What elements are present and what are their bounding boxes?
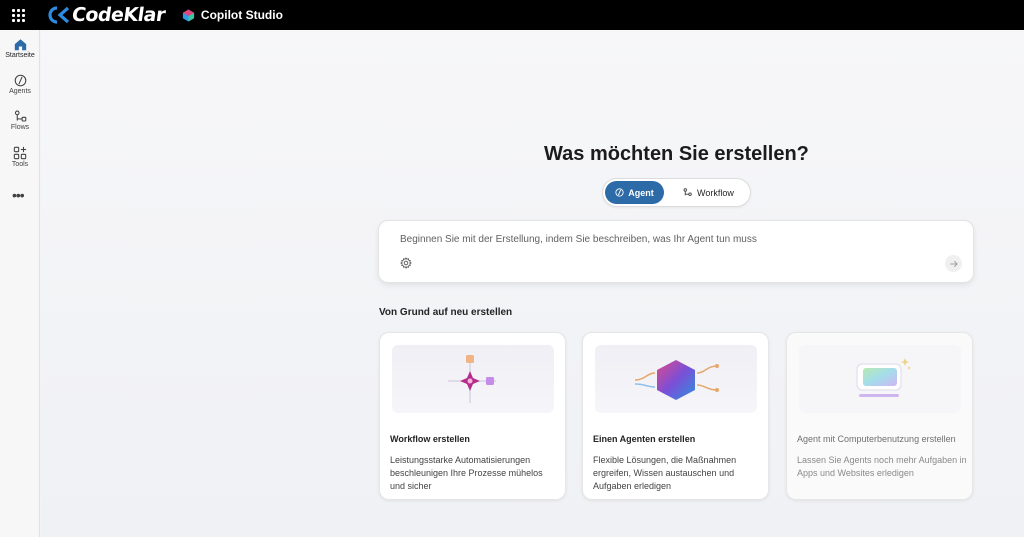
rail-label: Flows <box>10 124 30 131</box>
left-navigation-rail: Startseite Agents Flows Tools ••• <box>0 30 40 537</box>
mode-toggle: Agent Workflow <box>602 178 751 207</box>
product-name: Copilot Studio <box>200 8 283 22</box>
home-icon <box>14 39 26 51</box>
card-description: Flexible Lösungen, die Maßnahmen ergreif… <box>593 455 737 491</box>
gear-icon[interactable] <box>400 257 412 269</box>
card-illustration <box>392 345 554 413</box>
rail-item-tools[interactable]: Tools <box>0 146 40 168</box>
prompt-input[interactable]: Beginnen Sie mit der Erstellung, indem S… <box>400 234 757 245</box>
main-content: Was möchten Sie erstellen? Agent Workflo… <box>41 30 1024 537</box>
card-illustration <box>799 345 961 413</box>
flow-icon <box>14 110 26 122</box>
toggle-agent-label: Agent <box>628 187 654 198</box>
agent-icon <box>615 188 624 197</box>
arrow-right-icon <box>949 260 958 267</box>
rail-label: Startseite <box>5 52 35 59</box>
card-description: Leistungsstarke Automatisierungen beschl… <box>390 455 543 491</box>
agent-icon <box>14 74 26 87</box>
card-workflow[interactable]: Workflow erstellen Leistungsstarke Autom… <box>379 332 566 500</box>
card-agent[interactable]: Einen Agenten erstellen Flexible Lösunge… <box>582 332 769 500</box>
toggle-agent-button[interactable]: Agent <box>605 181 664 204</box>
copilot-studio-icon <box>182 8 194 22</box>
agent-illustration-icon <box>634 360 719 400</box>
top-bar: CodeKlar Copilot Studio <box>0 0 1024 30</box>
prompt-box[interactable]: Beginnen Sie mit der Erstellung, indem S… <box>378 220 974 283</box>
workflow-illustration-icon <box>448 355 496 403</box>
section-title: Von Grund auf neu erstellen <box>379 307 513 318</box>
computer-use-illustration-icon <box>856 358 911 397</box>
card-title: Einen Agenten erstellen <box>593 434 696 444</box>
brand-logo[interactable]: CodeKlar <box>46 0 167 30</box>
card-title: Workflow erstellen <box>390 434 470 444</box>
rail-item-flows[interactable]: Flows <box>0 110 40 131</box>
rail-label: Agents <box>9 88 31 95</box>
tools-icon <box>13 146 27 160</box>
toggle-workflow-button[interactable]: Workflow <box>683 181 734 204</box>
card-computer-use-agent[interactable]: Agent mit Computerbenutzung erstellen La… <box>786 332 973 500</box>
page-title: Was möchten Sie erstellen? <box>544 143 809 165</box>
app-launcher-button[interactable] <box>0 0 36 30</box>
toggle-workflow-label: Workflow <box>697 187 734 198</box>
rail-item-agents[interactable]: Agents <box>0 74 40 95</box>
card-title: Agent mit Computerbenutzung erstellen <box>797 434 956 444</box>
flow-icon <box>683 188 692 196</box>
product-switcher[interactable]: Copilot Studio <box>182 8 283 22</box>
card-description: Lassen Sie Agents noch mehr Aufgaben in … <box>797 455 967 478</box>
rail-label: Tools <box>11 161 29 168</box>
rail-item-startseite[interactable]: Startseite <box>0 38 40 59</box>
card-illustration <box>595 345 757 413</box>
send-button[interactable] <box>945 255 962 272</box>
more-icon[interactable]: ••• <box>12 188 25 202</box>
brand-logo-icon <box>48 6 70 24</box>
waffle-icon <box>11 8 25 22</box>
brand-name: CodeKlar <box>70 4 167 26</box>
